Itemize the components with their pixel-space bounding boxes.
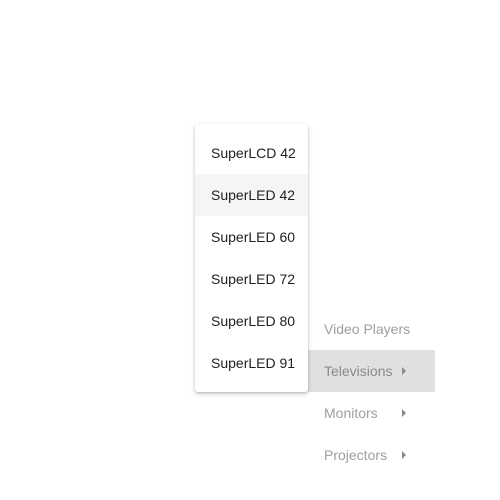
submenu-item-label: SuperLED 60	[211, 229, 296, 245]
submenu-item-label: SuperLED 72	[211, 271, 296, 287]
televisions-submenu: SuperLCD 42 SuperLED 42 SuperLED 60 Supe…	[195, 124, 308, 392]
menu-item-monitors[interactable]: Monitors	[308, 392, 435, 434]
menu-stage: Video Players Televisions Monitors Proje…	[0, 0, 500, 500]
menu-item-label: Projectors	[324, 447, 388, 463]
submenu-item-superled-80[interactable]: SuperLED 80	[195, 300, 308, 342]
submenu-item-superled-60[interactable]: SuperLED 60	[195, 216, 308, 258]
submenu-item-label: SuperLED 80	[211, 313, 296, 329]
submenu-item-superled-42[interactable]: SuperLED 42	[195, 174, 308, 216]
menu-item-label: Video Players	[324, 321, 411, 337]
caret-right-icon	[402, 367, 406, 375]
menu-item-televisions[interactable]: Televisions	[308, 350, 435, 392]
submenu-item-superled-91[interactable]: SuperLED 91	[195, 342, 308, 384]
menu-item-video-players[interactable]: Video Players	[308, 308, 435, 350]
caret-right-icon	[402, 409, 406, 417]
submenu-item-label: SuperLCD 42	[211, 145, 296, 161]
menu-item-projectors[interactable]: Projectors	[308, 434, 435, 476]
submenu-item-label: SuperLED 42	[211, 187, 296, 203]
submenu-item-superlcd-42[interactable]: SuperLCD 42	[195, 132, 308, 174]
caret-right-icon	[402, 451, 406, 459]
submenu-item-superled-72[interactable]: SuperLED 72	[195, 258, 308, 300]
submenu-item-label: SuperLED 91	[211, 355, 296, 371]
menu-item-label: Televisions	[324, 363, 393, 379]
category-menu: Video Players Televisions Monitors Proje…	[308, 308, 435, 500]
menu-item-label: Monitors	[324, 405, 378, 421]
